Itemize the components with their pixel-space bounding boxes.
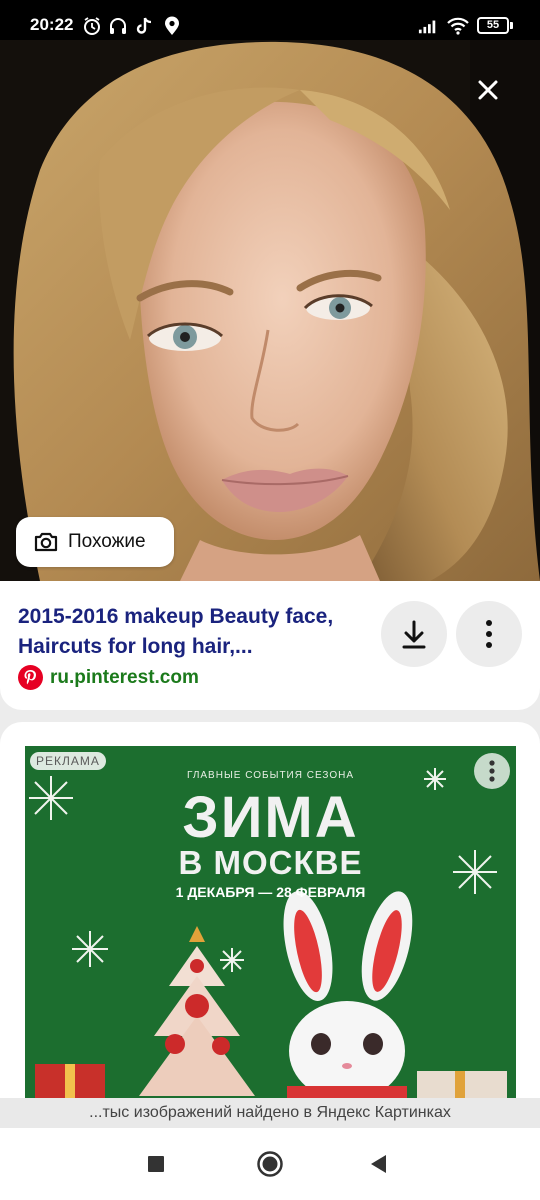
battery-tip	[510, 22, 513, 29]
close-icon[interactable]	[466, 68, 510, 112]
headset-icon	[110, 18, 126, 34]
pinterest-icon	[18, 665, 43, 690]
found-images-banner[interactable]: ...тыс изображений найдено в Яндекс Карт…	[0, 1098, 540, 1128]
more-options-button[interactable]	[456, 601, 522, 667]
more-vertical-icon	[489, 760, 495, 782]
circle-icon[interactable]	[256, 1150, 284, 1178]
camera-lens-icon	[34, 532, 58, 552]
square-icon[interactable]	[146, 1154, 166, 1174]
ad-banner[interactable]: ГЛАВНЫЕ СОБЫТИЯ СЕЗОНА ЗИМА В МОСКВЕ 1 Д…	[25, 746, 516, 1106]
battery-level: 55	[486, 19, 500, 31]
ad-subtitle: ГЛАВНЫЕ СОБЫТИЯ СЕЗОНА	[186, 770, 355, 781]
ad-title-line1: ЗИМА	[182, 785, 359, 850]
wifi-icon	[447, 17, 469, 35]
ad-label: РЕКЛАМА	[30, 752, 106, 770]
similar-button-label: Похожие	[68, 531, 146, 552]
portrait-image	[0, 40, 540, 581]
location-icon	[165, 16, 179, 35]
ad-title-line2: В МОСКВЕ	[178, 844, 363, 881]
download-icon	[402, 620, 426, 649]
triangle-back-icon[interactable]	[368, 1153, 390, 1175]
more-vertical-icon	[486, 620, 492, 648]
result-title[interactable]: 2015-2016 makeup Beauty face, Haircuts f…	[18, 602, 368, 662]
download-button[interactable]	[381, 601, 447, 667]
status-time: 20:22	[30, 15, 74, 34]
similar-button[interactable]: Похожие	[16, 517, 174, 567]
alarm-icon	[84, 17, 100, 35]
system-nav-bar	[0, 1128, 540, 1200]
battery-icon: 55	[477, 17, 509, 34]
ad-dates: 1 ДЕКАБРЯ — 28 ФЕВРАЛЯ	[175, 884, 366, 900]
result-info-card: 2015-2016 makeup Beauty face, Haircuts f…	[0, 581, 540, 710]
image-viewer[interactable]	[0, 40, 540, 581]
source-url: ru.pinterest.com	[50, 667, 199, 688]
signal-icon	[418, 20, 436, 34]
tiktok-icon	[136, 17, 152, 34]
ad-more-button[interactable]	[474, 753, 510, 789]
